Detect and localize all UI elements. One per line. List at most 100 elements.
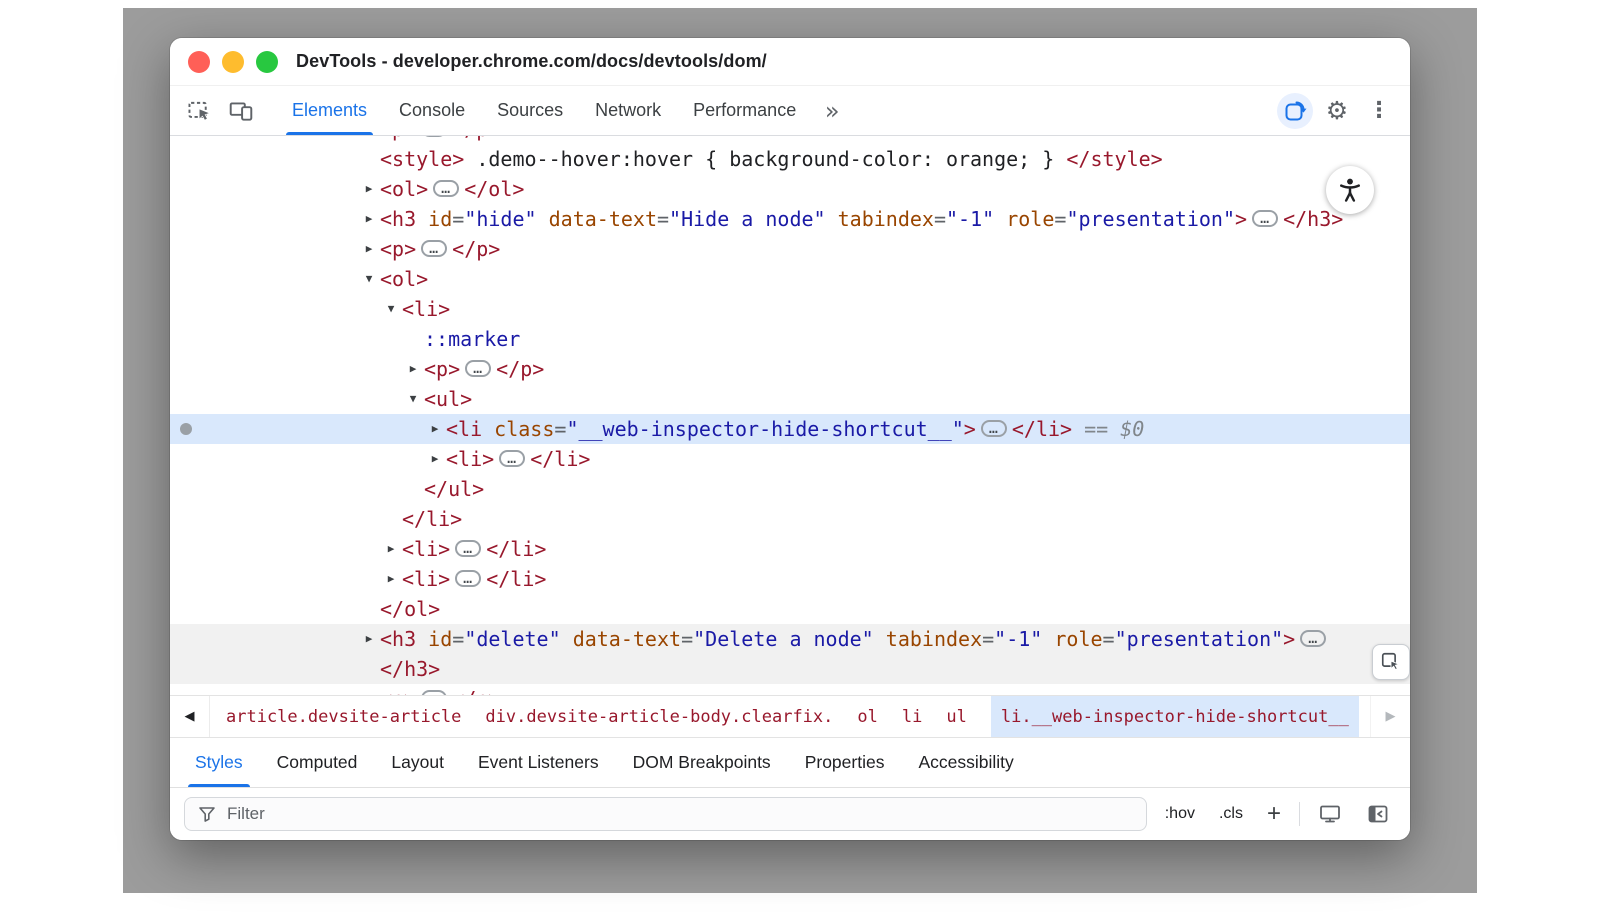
expand-arrow-icon[interactable]: ▶ — [426, 444, 444, 474]
close-window-button[interactable] — [188, 51, 210, 73]
code-token-tag: <ol> — [380, 177, 428, 201]
zoom-window-button[interactable] — [256, 51, 278, 73]
accessibility-floating-button[interactable] — [1326, 166, 1374, 214]
dom-tree-row[interactable]: ▶<li>…</li> — [170, 564, 1410, 594]
code-token-pseudo: ::marker — [424, 327, 520, 351]
expand-arrow-icon[interactable]: ▶ — [360, 234, 378, 264]
inline-expand-button[interactable]: … — [499, 450, 525, 467]
toggle-sidebar-icon — [1366, 802, 1390, 826]
dom-tree-row[interactable]: ▶<li>…</li> — [170, 444, 1410, 474]
toggle-device-toolbar-button[interactable] — [220, 86, 262, 135]
expand-arrow-icon[interactable]: ▶ — [426, 414, 444, 444]
dom-tree-row[interactable]: ▶<p>…</p> — [170, 234, 1410, 264]
breadcrumb-item[interactable]: article.devsite-article — [226, 696, 461, 737]
filter-input[interactable]: Filter — [184, 797, 1147, 831]
dom-tree-row[interactable]: ▶<h3 id="delete" data-text="Delete a nod… — [170, 624, 1410, 654]
more-panels-button[interactable]: » — [812, 86, 852, 135]
expand-arrow-icon[interactable]: ▶ — [360, 136, 378, 144]
collapse-arrow-icon[interactable]: ▼ — [360, 264, 378, 294]
breadcrumb-scroll-right-button[interactable]: ▶ — [1370, 696, 1410, 737]
code-token-attr: class — [494, 417, 554, 441]
breadcrumb-scroll-left-button[interactable]: ◀ — [170, 696, 210, 737]
dom-tree-row[interactable]: <style> .demo--hover:hover { background-… — [170, 144, 1410, 174]
dom-tree-row[interactable]: ::marker — [170, 324, 1410, 354]
inline-expand-button[interactable]: … — [981, 420, 1007, 437]
inspect-element-button[interactable] — [178, 86, 220, 135]
code-token-tag: </ul> — [424, 477, 484, 501]
breadcrumb-item[interactable]: ul — [946, 696, 966, 737]
scroll-into-view-button[interactable] — [1372, 644, 1410, 680]
expand-arrow-icon[interactable]: ▶ — [360, 684, 378, 695]
dom-tree-row[interactable]: ▶<li>…</li> — [170, 534, 1410, 564]
sidebar-pane-tabs: StylesComputedLayoutEvent ListenersDOM B… — [170, 738, 1410, 788]
code-token-tag: <h3 — [380, 207, 416, 231]
inline-expand-button[interactable]: … — [433, 180, 459, 197]
inline-expand-button[interactable]: … — [1252, 210, 1278, 227]
code-token-attr: tabindex — [886, 627, 982, 651]
expand-arrow-icon[interactable]: ▶ — [360, 624, 378, 654]
code-token-tag: <li> — [446, 447, 494, 471]
dom-tree-row[interactable]: </ul> — [170, 474, 1410, 504]
dom-tree-row[interactable]: </ol> — [170, 594, 1410, 624]
code-token-tag: </li> — [486, 537, 546, 561]
rendering-emulation-button[interactable] — [1312, 796, 1348, 832]
customize-devtools-button[interactable]: ⋮ — [1358, 86, 1400, 135]
expand-arrow-icon[interactable]: ▶ — [404, 354, 422, 384]
dom-tree-row[interactable]: ▶<p>…</p> — [170, 136, 1410, 144]
dom-tree-row[interactable]: ▼<li> — [170, 294, 1410, 324]
sidebar-tab-styles[interactable]: Styles — [178, 738, 260, 787]
code-token-dim: = — [452, 627, 464, 651]
inline-expand-button[interactable]: … — [421, 240, 447, 257]
dom-tree-row[interactable]: ▶<h3 id="hide" data-text="Hide a node" t… — [170, 204, 1410, 234]
dom-tree-row[interactable]: </li> — [170, 504, 1410, 534]
sidebar-tab-accessibility[interactable]: Accessibility — [901, 738, 1030, 787]
expand-arrow-icon[interactable]: ▶ — [360, 204, 378, 234]
sidebar-tab-properties[interactable]: Properties — [788, 738, 902, 787]
dom-tree-row[interactable]: ▼<ul> — [170, 384, 1410, 414]
breadcrumb-item[interactable]: div.devsite-article-body.clearfix. — [485, 696, 833, 737]
tab-sources[interactable]: Sources — [481, 86, 579, 135]
tab-performance[interactable]: Performance — [677, 86, 812, 135]
collapse-arrow-icon[interactable]: ▼ — [382, 294, 400, 324]
dom-tree-row[interactable]: ▶<p>…</p> — [170, 354, 1410, 384]
tab-console[interactable]: Console — [383, 86, 481, 135]
sidebar-tab-computed[interactable]: Computed — [260, 738, 375, 787]
sidebar-tab-dom-breakpoints[interactable]: DOM Breakpoints — [616, 738, 788, 787]
expand-arrow-icon[interactable]: ▶ — [382, 534, 400, 564]
dom-tree-row[interactable]: ▶<p>…</p> — [170, 684, 1410, 695]
elements-panel: ▶<p>…</p><style> .demo--hover:hover { ba… — [170, 136, 1410, 695]
sidebar-tab-layout[interactable]: Layout — [374, 738, 461, 787]
inline-expand-button[interactable]: … — [465, 360, 491, 377]
inline-expand-button[interactable]: … — [455, 570, 481, 587]
dom-tree-row[interactable]: ▶<li class="__web-inspector-hide-shortcu… — [170, 414, 1410, 444]
breadcrumb-item[interactable]: li — [902, 696, 922, 737]
minimize-window-button[interactable] — [222, 51, 244, 73]
dom-tree-row[interactable]: ▼<ol> — [170, 264, 1410, 294]
breadcrumb-item[interactable]: ol — [857, 696, 877, 737]
code-token-tag: <p> — [380, 687, 416, 695]
expand-arrow-icon[interactable]: ▶ — [382, 564, 400, 594]
toolbar-spacer — [852, 86, 1274, 135]
tab-elements[interactable]: Elements — [276, 86, 383, 135]
tab-network[interactable]: Network — [579, 86, 677, 135]
code-token-tag: <li> — [402, 567, 450, 591]
breadcrumb-item[interactable]: li.__web-inspector-hide-shortcut__ — [991, 696, 1359, 737]
code-token-tag: </h3> — [380, 657, 440, 681]
dom-tree-row[interactable]: </h3> — [170, 654, 1410, 684]
inline-expand-button[interactable]: … — [455, 540, 481, 557]
toggle-element-state-button[interactable]: :hov — [1159, 801, 1201, 827]
inline-expand-button[interactable]: … — [421, 136, 447, 137]
toggle-sidebar-button[interactable] — [1360, 796, 1396, 832]
settings-button[interactable]: ⚙ — [1316, 86, 1358, 135]
code-token-dim: = — [681, 627, 693, 651]
code-token-val: "Hide a node" — [669, 207, 826, 231]
chevron-right-icon: ▶ — [1386, 709, 1396, 724]
dom-tree-row[interactable]: ▶<ol>…</ol> — [170, 174, 1410, 204]
collapse-arrow-icon[interactable]: ▼ — [404, 384, 422, 414]
inline-expand-button[interactable]: … — [1300, 630, 1326, 647]
new-style-rule-button[interactable]: + — [1261, 802, 1287, 826]
element-classes-button[interactable]: .cls — [1213, 801, 1249, 827]
extension-sync-button[interactable] — [1274, 86, 1316, 135]
sidebar-tab-event-listeners[interactable]: Event Listeners — [461, 738, 616, 787]
expand-arrow-icon[interactable]: ▶ — [360, 174, 378, 204]
